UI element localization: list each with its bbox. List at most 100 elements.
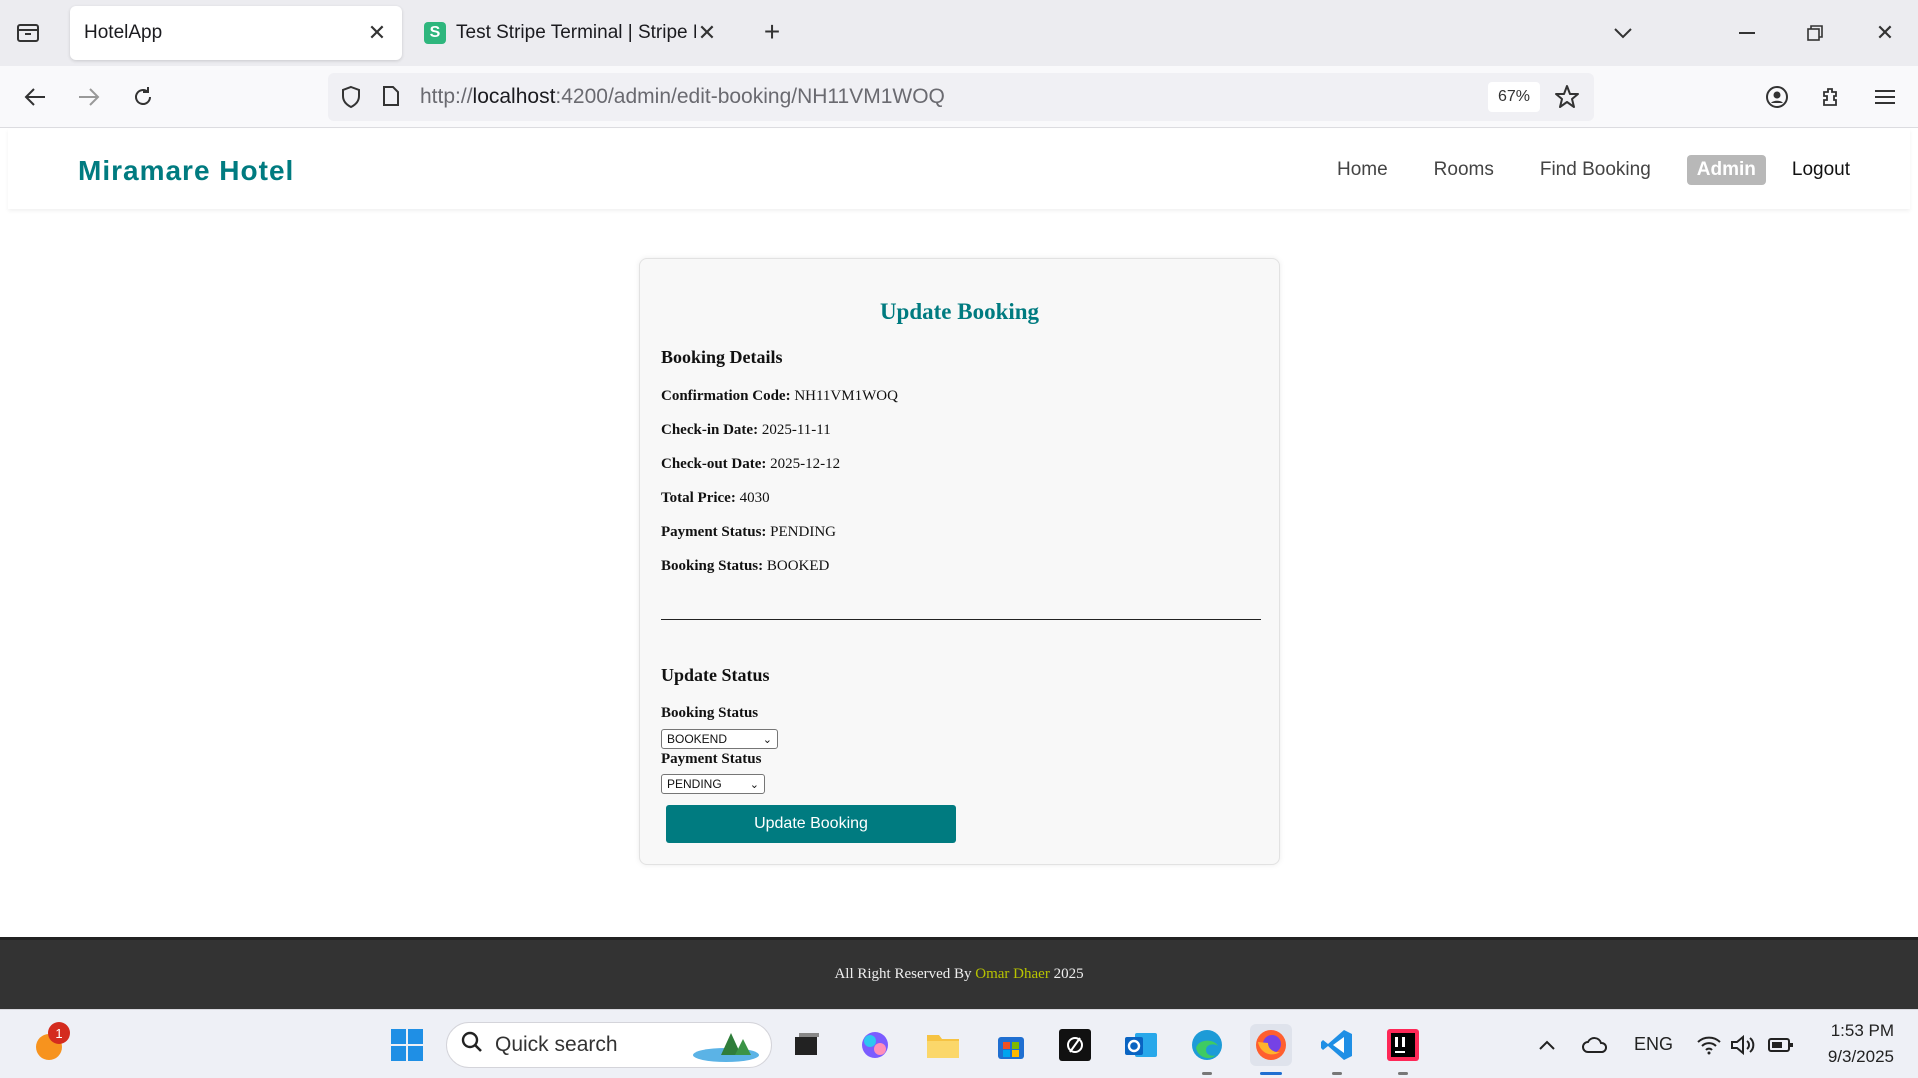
tab-title: HotelApp [84, 22, 163, 43]
detail-label: Total Price: [661, 490, 736, 506]
extensions-icon[interactable] [1814, 80, 1848, 114]
weather-widget-icon[interactable]: 1 [26, 1022, 70, 1066]
copilot-icon[interactable] [854, 1024, 896, 1066]
browser-nav-bar: http://localhost:4200/admin/edit-booking… [0, 66, 1918, 128]
reload-icon[interactable] [126, 80, 160, 114]
tab-stripe[interactable]: S Test Stripe Terminal | Stripe Doc ✕ [410, 6, 732, 60]
shield-icon[interactable] [340, 85, 362, 114]
detail-label: Check-out Date: [661, 456, 767, 472]
menu-hamburger-icon[interactable] [1868, 80, 1902, 114]
url-path: :4200/admin/edit-booking/NH11VM1WOQ [555, 85, 945, 108]
booking-details-heading: Booking Details [661, 347, 783, 367]
running-indicator [1398, 1072, 1408, 1075]
booking-status-selected: BOOKEND [667, 732, 728, 746]
update-booking-card: Update Booking Booking Details Confirmat… [639, 258, 1280, 865]
stripe-favicon-icon: S [424, 22, 446, 44]
running-indicator [1332, 1072, 1342, 1075]
chevron-down-icon: ⌄ [762, 734, 772, 746]
minimize-icon[interactable] [1730, 16, 1764, 50]
detail-label: Check-in Date: [661, 422, 759, 438]
account-icon[interactable] [1760, 80, 1794, 114]
payment-status-label: Payment Status [661, 751, 762, 767]
tab-title: Test Stripe Terminal | Stripe Doc [456, 22, 696, 43]
notification-badge: 1 [48, 1022, 70, 1044]
ms-store-icon[interactable] [990, 1024, 1032, 1066]
zoom-level-badge[interactable]: 67% [1488, 82, 1540, 112]
battery-icon[interactable] [1760, 1024, 1802, 1066]
nav-admin[interactable]: Admin [1686, 155, 1766, 185]
detail-value: BOOKED [766, 558, 830, 574]
payment-status-select[interactable]: PENDING ⌄ [661, 774, 765, 794]
detail-value: 2025-12-12 [770, 456, 841, 472]
close-icon[interactable]: ✕ [366, 20, 388, 45]
nav-rooms[interactable]: Rooms [1434, 159, 1494, 181]
new-tab-plus-icon[interactable]: + [758, 18, 786, 46]
detail-value: PENDING [770, 524, 837, 540]
forward-arrow-icon[interactable] [72, 80, 106, 114]
page-title: Update Booking [879, 299, 1040, 324]
update-booking-button[interactable]: Update Booking [666, 805, 956, 843]
os-taskbar: 1 Quick search ENG 1:53 PM 9/3/2025 [0, 1009, 1918, 1078]
detail-value: 4030 [739, 490, 770, 506]
section-divider [661, 619, 1261, 620]
vscode-icon[interactable] [1316, 1024, 1358, 1075]
windows-start-icon[interactable] [386, 1024, 428, 1066]
app-header: Miramare Hotel Home Rooms Find Booking A… [8, 129, 1910, 209]
taskbar-search-input[interactable]: Quick search [446, 1022, 772, 1068]
page-icon[interactable] [382, 85, 400, 112]
url-text[interactable]: http://localhost:4200/admin/edit-booking… [420, 85, 945, 109]
search-icon [461, 1031, 483, 1059]
nav-find-booking[interactable]: Find Booking [1540, 159, 1651, 181]
footer-prefix: All Right Reserved By [834, 966, 976, 982]
running-indicator [1202, 1072, 1212, 1075]
tab-hotelapp[interactable]: HotelApp ✕ [70, 6, 402, 60]
browser-tab-bar: HotelApp ✕ S Test Stripe Terminal | Stri… [0, 0, 1918, 66]
footer-suffix: 2025 [1049, 966, 1084, 982]
edge-browser-icon[interactable] [1186, 1024, 1228, 1075]
restore-icon[interactable] [1798, 16, 1832, 50]
update-status-heading: Update Status [661, 665, 770, 685]
booking-status-select[interactable]: BOOKEND ⌄ [661, 729, 778, 749]
file-explorer-icon[interactable] [922, 1024, 964, 1066]
close-window-icon[interactable]: ✕ [1868, 16, 1902, 50]
list-tabs-chevron-icon[interactable] [1606, 16, 1640, 50]
bookmark-star-icon[interactable] [1554, 84, 1580, 115]
nav-home[interactable]: Home [1337, 159, 1388, 181]
detail-payment-status: Payment Status: PENDING [661, 524, 836, 541]
search-placeholder: Quick search [495, 1033, 618, 1056]
nav-logout[interactable]: Logout [1792, 159, 1850, 181]
clock-date: 9/3/2025 [1827, 1047, 1894, 1066]
onedrive-cloud-icon[interactable] [1574, 1024, 1616, 1066]
detail-value: NH11VM1WOQ [794, 388, 898, 404]
show-hidden-icons-chevron-icon[interactable] [1526, 1024, 1568, 1066]
footer-author[interactable]: Omar Dhaer [975, 966, 1050, 982]
detail-confirmation-code: Confirmation Code: NH11VM1WOQ [661, 388, 898, 405]
task-view-icon[interactable] [786, 1024, 828, 1066]
language-indicator[interactable]: ENG [1634, 1034, 1673, 1055]
detail-check-out: Check-out Date: 2025-12-12 [661, 456, 840, 473]
main-nav: Home Rooms Find Booking Admin Logout [1291, 155, 1850, 185]
clock-time: 1:53 PM [1830, 1021, 1894, 1040]
detail-label: Booking Status: [661, 558, 764, 574]
outlook-icon[interactable] [1120, 1024, 1162, 1066]
site-footer: All Right Reserved By Omar Dhaer 2025 [0, 937, 1918, 1009]
intellij-icon[interactable] [1382, 1024, 1424, 1075]
booking-status-label: Booking Status [661, 705, 759, 721]
detail-label: Payment Status: [661, 524, 767, 540]
detail-total-price: Total Price: 4030 [661, 490, 770, 507]
tab-overview-icon[interactable] [14, 18, 42, 46]
payment-status-selected: PENDING [667, 777, 722, 791]
brand-logo[interactable]: Miramare Hotel [78, 155, 294, 187]
terminal-app-icon[interactable] [1054, 1024, 1096, 1066]
active-indicator [1260, 1072, 1282, 1075]
chevron-down-icon: ⌄ [749, 779, 759, 791]
system-clock[interactable]: 1:53 PM 9/3/2025 [1810, 1018, 1894, 1070]
url-scheme: http:// [420, 85, 473, 108]
detail-value: 2025-11-11 [761, 422, 831, 438]
back-arrow-icon[interactable] [18, 80, 52, 114]
firefox-icon[interactable] [1250, 1024, 1292, 1075]
close-icon[interactable]: ✕ [696, 20, 718, 45]
url-host: localhost [472, 85, 556, 108]
volume-icon[interactable] [1722, 1024, 1764, 1066]
address-bar[interactable]: http://localhost:4200/admin/edit-booking… [328, 73, 1594, 121]
